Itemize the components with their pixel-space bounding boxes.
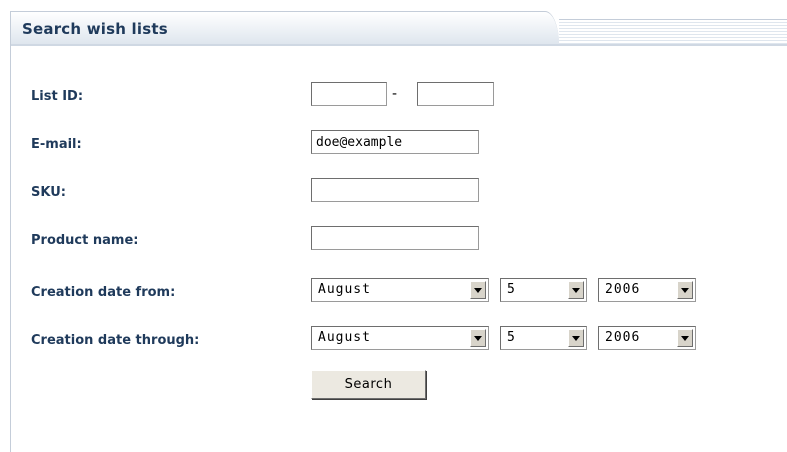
date-through-label: Creation date through: [31,333,200,348]
search-button[interactable]: Search [311,370,426,399]
email-field[interactable] [311,130,479,154]
date-through-year-value: 2006 [605,330,641,345]
chevron-down-icon[interactable] [470,281,486,299]
chevron-down-icon[interactable] [568,281,584,299]
chevron-down-icon[interactable] [470,329,486,347]
email-label: E-mail: [31,137,82,152]
chevron-down-icon[interactable] [677,281,693,299]
product-name-label: Product name: [31,233,139,248]
date-from-label: Creation date from: [31,285,176,300]
chevron-down-icon[interactable] [568,329,584,347]
list-id-from-input[interactable] [311,82,387,106]
date-from-month-value: August [318,282,371,297]
date-from-year-value: 2006 [605,282,641,297]
product-name-input[interactable] [311,226,479,250]
list-id-label: List ID: [31,89,84,104]
panel-header-tab: Search wish lists [11,11,559,44]
sku-input[interactable] [311,178,479,202]
sku-label: SKU: [31,185,66,200]
chevron-down-icon[interactable] [677,329,693,347]
date-through-year-select[interactable]: 2006 [598,326,696,350]
date-through-day-select[interactable]: 5 [500,326,587,350]
date-through-month-value: August [318,330,371,345]
panel-header-decoration [559,19,787,44]
date-from-day-select[interactable]: 5 [500,278,587,302]
date-from-year-select[interactable]: 2006 [598,278,696,302]
panel-title: Search wish lists [22,20,168,38]
date-through-day-value: 5 [507,330,516,345]
list-id-separator: - [392,86,398,102]
date-through-month-select[interactable]: August [311,326,489,350]
date-from-day-value: 5 [507,282,516,297]
wishlist-search-page: Search wish lists List ID: - E-mail: SKU… [0,0,787,452]
list-id-to-input[interactable] [417,82,494,106]
date-from-month-select[interactable]: August [311,278,489,302]
panel-header-divider [11,44,787,46]
